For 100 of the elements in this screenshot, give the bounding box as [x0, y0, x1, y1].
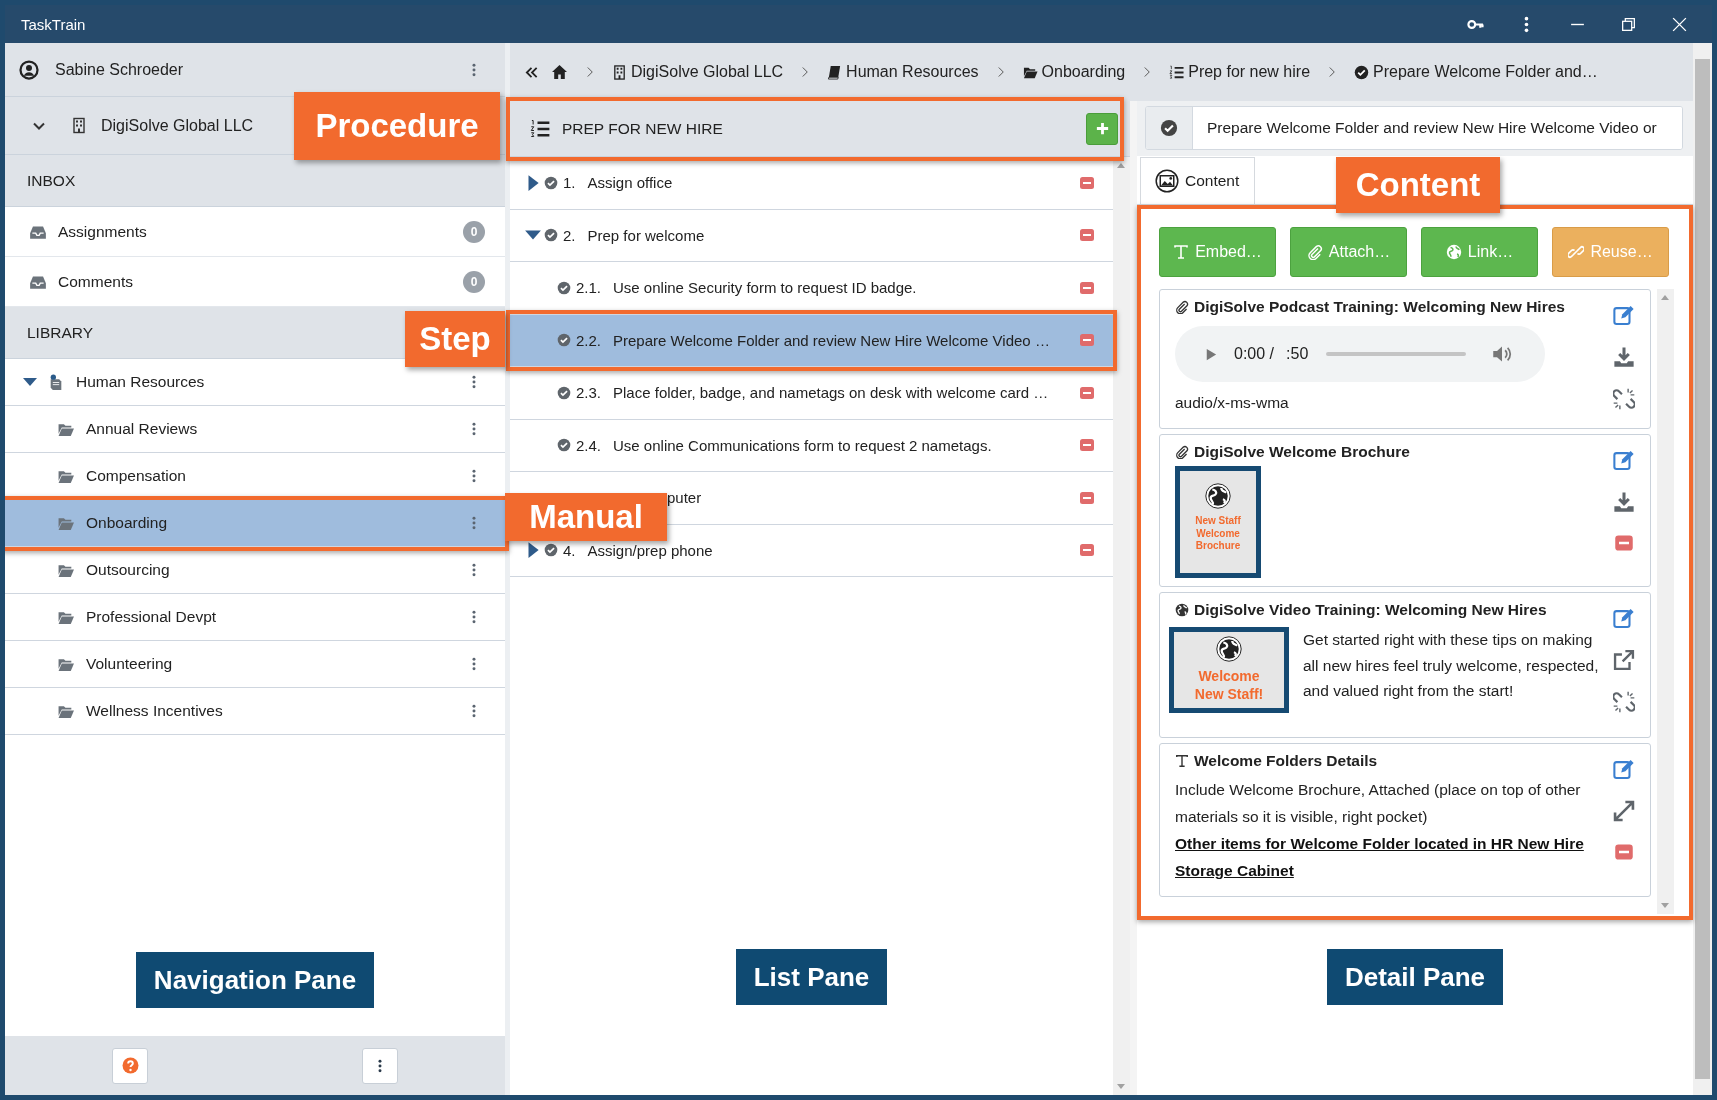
card-title: DigiSolve Podcast Training: Welcoming New Hires	[1175, 296, 1606, 318]
tree-item[interactable]: Wellness Incentives	[5, 688, 505, 735]
text-cursor-icon	[1175, 754, 1189, 768]
restore-icon[interactable]	[1620, 15, 1637, 33]
edit-icon[interactable]	[1613, 449, 1635, 471]
step-item[interactable]: 2.4. Use online Communications form to request 2 nametags.	[510, 419, 1113, 472]
check-circle-icon	[557, 385, 571, 400]
mime-type: audio/x-ms-wma	[1175, 394, 1290, 412]
volume-icon[interactable]	[1492, 344, 1513, 364]
remove-icon[interactable]	[1079, 437, 1095, 454]
remove-icon[interactable]	[1079, 174, 1095, 191]
globe-icon	[1216, 636, 1242, 662]
step-item[interactable]: 2.2. Prepare Welcome Folder and review New Hire Welcome Video …	[510, 314, 1113, 367]
globe-icon	[1445, 244, 1462, 260]
organization-name: DigiSolve Global LLC	[101, 116, 254, 135]
download-icon[interactable]	[1613, 346, 1635, 368]
edit-icon[interactable]	[1613, 758, 1635, 780]
breadcrumb-link[interactable]: DigiSolve Global LLC	[612, 63, 784, 81]
check-circle-icon	[557, 333, 571, 348]
tree-item[interactable]: Outsourcing	[5, 547, 505, 594]
close-icon[interactable]	[1671, 15, 1688, 33]
edit-icon[interactable]	[1613, 607, 1635, 629]
plus-icon	[1094, 121, 1110, 136]
scrollbar[interactable]	[1657, 289, 1674, 914]
paperclip-icon	[1175, 300, 1189, 314]
card-title: DigiSolve Welcome Brochure	[1175, 441, 1606, 463]
unlink-icon[interactable]	[1613, 388, 1635, 410]
step-item[interactable]: 1. Assign office	[510, 157, 1113, 210]
content-tab[interactable]: Content	[1140, 157, 1256, 204]
breadcrumb-link[interactable]: Human Resources	[827, 63, 979, 81]
link-icon	[1568, 244, 1585, 260]
book-icon	[827, 64, 843, 80]
scrollbar[interactable]	[1693, 43, 1712, 1095]
globe-icon	[1175, 603, 1189, 617]
audio-duration: :50	[1286, 345, 1309, 363]
paperclip-icon	[1175, 445, 1189, 459]
user-name: Sabine Schroeder	[55, 60, 185, 79]
building-icon	[612, 64, 627, 80]
remove-icon[interactable]	[1613, 533, 1635, 553]
check-circle-icon	[544, 228, 558, 243]
help-icon	[121, 1057, 139, 1074]
remove-icon[interactable]	[1079, 227, 1095, 244]
check-circle-icon	[1354, 64, 1370, 80]
check-circle-icon	[1160, 119, 1178, 137]
unlink-icon[interactable]	[1613, 691, 1635, 713]
text-link[interactable]: Other items for Welcome Folder located in HR New Hire Storage Cabinet	[1175, 830, 1606, 884]
home-icon[interactable]	[551, 64, 568, 80]
check-circle-icon	[557, 280, 571, 295]
remove-icon[interactable]	[1079, 279, 1095, 296]
check-circle-icon	[544, 175, 558, 190]
download-icon[interactable]	[1613, 491, 1635, 513]
tree-item[interactable]: Onboarding	[5, 500, 505, 547]
section-header: INBOX	[5, 155, 505, 207]
check-circle-icon	[544, 543, 558, 558]
step-item[interactable]: 2. Prep for welcome	[510, 209, 1113, 262]
scrollbar[interactable]	[1113, 157, 1130, 1095]
breadcrumb-link[interactable]: Prep for new hire	[1169, 63, 1311, 81]
text-cursor-icon	[1173, 244, 1190, 260]
step-item[interactable]: 2.1. Use online Security form to request ID badge.	[510, 262, 1113, 315]
tree-item[interactable]: Annual Reviews	[5, 406, 505, 453]
remove-icon[interactable]	[1079, 489, 1095, 506]
add-button[interactable]	[1086, 112, 1118, 145]
step-title-field[interactable]: Prepare Welcome Folder and review New Hire Welcome Video or	[1145, 106, 1683, 150]
tree-item[interactable]: Volunteering	[5, 641, 505, 688]
audio-time: 0:00 /	[1234, 345, 1275, 363]
paperclip-icon	[1306, 244, 1323, 260]
numbered-list-icon	[530, 118, 550, 139]
pane-label: Navigation Pane	[135, 952, 375, 1008]
remove-icon[interactable]	[1079, 332, 1095, 349]
pane-label: Detail Pane	[1326, 949, 1504, 1005]
user-icon	[19, 59, 39, 80]
breadcrumb-link[interactable]: Prepare Welcome Folder and…	[1354, 63, 1598, 81]
numbered-list-icon	[1169, 64, 1185, 80]
window-title: TaskTrain	[21, 15, 87, 33]
pane-label: List Pane	[735, 949, 888, 1005]
callout-tooltip: Manual	[505, 493, 667, 541]
step-item[interactable]: 2.3. Place folder, badge, and nametags on desk with welcome card …	[510, 367, 1113, 420]
thumbnail-caption: New Staff Welcome Brochure	[1194, 515, 1242, 553]
procedure-title: PREP FOR NEW HIRE	[562, 119, 724, 138]
count-badge: 0	[463, 270, 485, 293]
building-icon	[71, 117, 87, 134]
breadcrumb-link[interactable]: Onboarding	[1022, 63, 1126, 81]
thumbnail-caption: Welcome New Staff!	[1193, 668, 1265, 703]
callout-tooltip: Content	[1336, 157, 1500, 213]
audio-player[interactable]: 0:00 / :50	[1175, 326, 1545, 382]
expand-icon[interactable]	[1613, 800, 1635, 822]
help-button[interactable]	[112, 1047, 148, 1084]
tree-item[interactable]: Professional Devpt	[5, 594, 505, 641]
count-badge: 0	[463, 220, 485, 243]
remove-icon[interactable]	[1079, 542, 1095, 559]
inbox-item[interactable]: Assignments 0	[5, 207, 505, 257]
edit-icon[interactable]	[1613, 304, 1635, 326]
external-link-icon[interactable]	[1613, 649, 1635, 671]
image-icon	[1155, 169, 1179, 193]
remove-icon[interactable]	[1079, 384, 1095, 401]
progress-track[interactable]	[1326, 352, 1467, 356]
callout-tooltip: Procedure	[294, 92, 500, 160]
description-text: Get started right with these tips on making all new hires feel truly welcome, respected, and valued right from the start!	[1303, 630, 1600, 701]
remove-icon[interactable]	[1613, 842, 1635, 862]
card-title: DigiSolve Video Training: Welcoming New Hires	[1175, 599, 1606, 621]
